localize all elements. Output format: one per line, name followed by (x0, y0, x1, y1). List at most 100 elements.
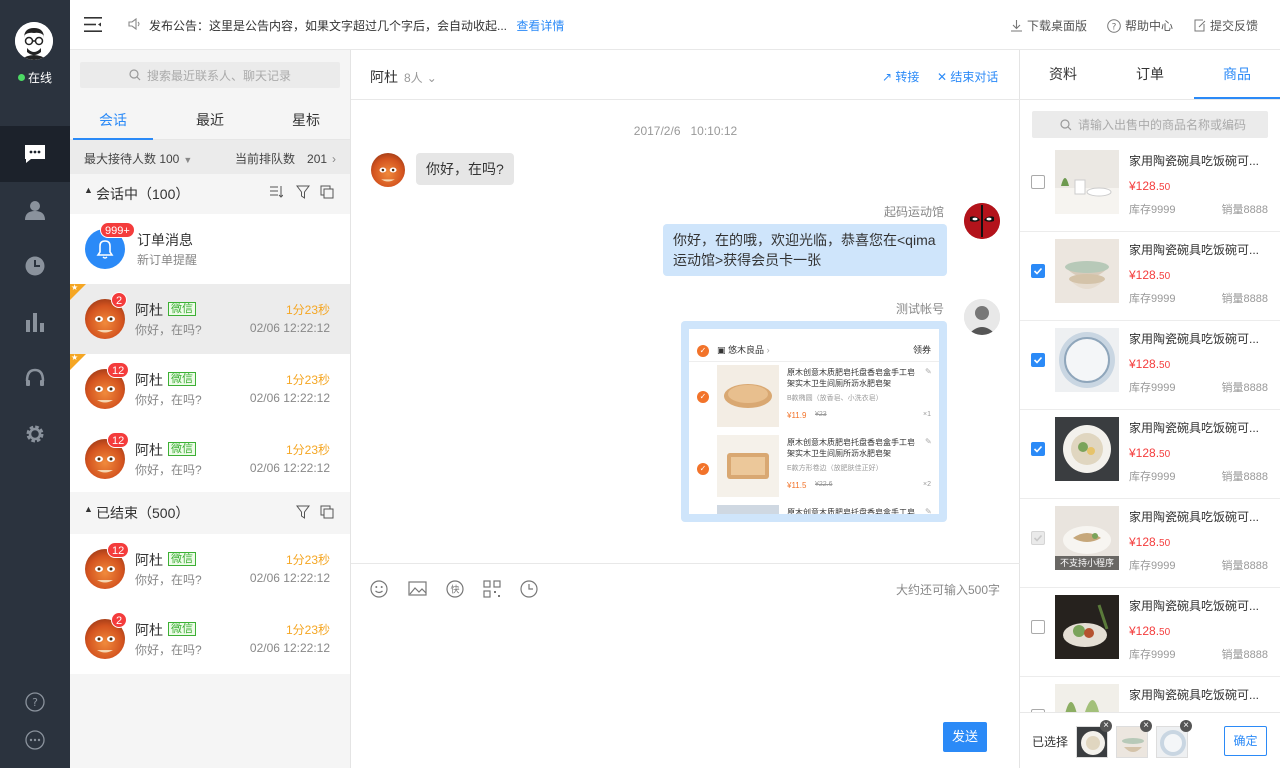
product-checkbox[interactable] (1031, 264, 1045, 278)
product-spec: E款方形卷边（放肥肤佳正好） (787, 465, 883, 472)
caret-down-icon: ▼ (183, 155, 193, 165)
close-icon: ✕ (937, 70, 948, 84)
product-name: 家用陶瓷碗具吃饭碗可... (1129, 154, 1260, 168)
announcement: 发布公告：这里是公告内容，如果文字超过几个字后，会自动收起... 查看详情 (149, 17, 564, 34)
copy-icon[interactable] (320, 505, 334, 519)
product-checkbox[interactable] (1031, 442, 1045, 456)
edit-icon[interactable]: ✎ (925, 367, 932, 376)
message-composer[interactable]: 快 大约还可输入500字 (351, 563, 1020, 768)
filter-icon[interactable] (296, 505, 310, 519)
product-item[interactable]: 家用陶瓷碗具吃饭碗可... (1020, 677, 1280, 712)
product-item[interactable]: 家用陶瓷碗具吃饭碗可... ¥128.50 库存9999 销量8888 (1020, 588, 1280, 677)
shop-name[interactable]: ▣ 悠木良品 › (717, 343, 770, 356)
tab-sessions[interactable]: 会话 (73, 102, 153, 140)
contact-name: 阿杜 (135, 302, 163, 318)
product-item[interactable]: 家用陶瓷碗具吃饭碗可... ¥128.50 库存9999 销量8888 (1020, 143, 1280, 232)
confirm-button[interactable]: 确定 (1224, 726, 1267, 756)
product-search-input[interactable]: 请输入出售中的商品名称或编码 (1032, 111, 1268, 138)
last-message: 你好，在吗? (135, 323, 202, 337)
announcement-icon (128, 17, 142, 31)
message-bubble: 你好，在吗? (416, 153, 514, 185)
check-icon: ✓ (697, 391, 709, 403)
queue-count[interactable]: 当前排队数 201 › (235, 150, 336, 167)
product-image (1055, 328, 1119, 392)
remove-selection-icon[interactable]: × (1180, 720, 1192, 732)
tab-orders[interactable]: 订单 (1107, 50, 1193, 99)
order-message-row[interactable]: 999+ 订单消息 新订单提醒 (70, 214, 350, 284)
tab-products[interactable]: 商品 (1194, 50, 1280, 99)
participant-count[interactable]: 8人 ⌄ (404, 69, 437, 86)
more-icon (25, 730, 45, 750)
image-icon[interactable] (408, 581, 427, 596)
edit-icon[interactable]: ✎ (925, 437, 932, 446)
emoji-icon[interactable] (370, 580, 388, 598)
menu-toggle-icon[interactable] (84, 17, 102, 32)
product-checkbox[interactable] (1031, 175, 1045, 189)
qr-code-icon[interactable] (483, 580, 501, 598)
online-status[interactable]: 在线 (0, 69, 70, 86)
filter-icon[interactable] (296, 185, 310, 199)
avatar (964, 299, 1000, 335)
session-row[interactable]: 2 阿杜 微信 1分23秒 你好，在吗? 02/06 12:22:12 (70, 604, 350, 674)
product-checkbox[interactable] (1031, 353, 1045, 367)
product-item[interactable]: 家用陶瓷碗具吃饭碗可... ¥128.50 库存9999 销量8888 (1020, 232, 1280, 321)
product-price: ¥11.5 (787, 481, 807, 490)
history-icon[interactable] (520, 580, 538, 598)
transfer-button[interactable]: ↗ 转接 (882, 68, 919, 85)
wait-time: 1分23秒 (285, 443, 330, 457)
help-center-button[interactable]: ? 帮助中心 (1107, 17, 1173, 34)
remove-selection-icon[interactable]: × (1140, 720, 1152, 732)
product-item[interactable]: 不支持小程序 家用陶瓷碗具吃饭碗可... ¥128.50 库存9999 销量88… (1020, 499, 1280, 588)
nav-history[interactable] (0, 238, 70, 294)
announcement-link[interactable]: 查看详情 (516, 19, 564, 33)
send-button[interactable]: 发送 (943, 722, 987, 752)
product-sales: 销量8888 (1221, 293, 1268, 305)
bar-chart-icon (26, 313, 44, 332)
tab-recent[interactable]: 最近 (170, 102, 250, 140)
download-desktop-button[interactable]: 下载桌面版 (1010, 17, 1087, 34)
tab-profile[interactable]: 资料 (1020, 50, 1106, 99)
message-date: 02/06 12:22:12 (249, 571, 330, 585)
caret-up-icon: ▲ (84, 504, 93, 514)
product-checkbox[interactable] (1031, 620, 1045, 634)
order-title: 订单消息 (137, 232, 193, 248)
nav-more[interactable] (0, 712, 70, 768)
sender-name: 测试帐号 (895, 302, 944, 316)
product-stock: 库存9999 (1129, 471, 1176, 483)
session-row[interactable]: 12 阿杜 微信 1分23秒 你好，在吗? 02/06 12:22:12 (70, 424, 350, 494)
product-checkbox (1031, 531, 1045, 545)
nav-contacts[interactable] (0, 182, 70, 238)
product-price: ¥128.50 (1129, 357, 1171, 371)
product-sales: 销量8888 (1221, 382, 1268, 394)
session-row[interactable]: 12 阿杜 微信 1分23秒 你好，在吗? 02/06 12:22:12 (70, 534, 350, 604)
coupon-link[interactable]: 领券 (913, 343, 931, 356)
tab-starred[interactable]: 星标 (266, 102, 346, 140)
product-item[interactable]: 家用陶瓷碗具吃饭碗可... ¥128.50 库存9999 销量8888 (1020, 321, 1280, 410)
contact-search-input[interactable]: 搜索最近联系人、聊天记录 (80, 62, 340, 88)
wait-time: 1分23秒 (285, 303, 330, 317)
edit-icon[interactable]: ✎ (925, 507, 932, 514)
gear-icon (26, 425, 44, 443)
copy-icon[interactable] (320, 185, 334, 199)
user-avatar[interactable] (15, 22, 53, 60)
nav-settings[interactable] (0, 406, 70, 462)
submit-feedback-button[interactable]: 提交反馈 (1193, 17, 1258, 34)
product-stock: 库存9999 (1129, 560, 1176, 572)
download-icon (1011, 20, 1022, 32)
quick-reply-icon[interactable]: 快 (446, 580, 464, 598)
session-row[interactable]: ★ 12 阿杜 微信 1分23秒 你好，在吗? 02/06 12:22:12 (70, 353, 350, 424)
active-sessions-header[interactable]: ▲ 会话中（100） (70, 174, 350, 214)
product-card-message[interactable]: ✓ ▣ 悠木良品 › 领券 ✓ 原木创意木质肥皂托盘香皂盒手工皂架实木卫生间厕所… (681, 321, 947, 522)
nav-service[interactable] (0, 350, 70, 406)
nav-chat[interactable] (0, 126, 70, 182)
product-image (1055, 417, 1119, 481)
remove-selection-icon[interactable]: × (1100, 720, 1112, 732)
sort-icon[interactable] (269, 185, 283, 199)
max-reception-select[interactable]: 最大接待人数 100 ▼ (84, 150, 192, 167)
nav-stats[interactable] (0, 294, 70, 350)
end-chat-button[interactable]: ✕ 结束对话 (937, 68, 998, 85)
product-item[interactable]: 家用陶瓷碗具吃饭碗可... ¥128.50 库存9999 销量8888 (1020, 410, 1280, 499)
session-row[interactable]: ★ 2 阿杜 微信 1分23秒 你好，在吗? 02/06 12:22:12 (70, 283, 350, 354)
product-price: ¥11.9 (787, 411, 807, 420)
ended-sessions-header[interactable]: ▲ 已结束（500） (70, 493, 350, 533)
